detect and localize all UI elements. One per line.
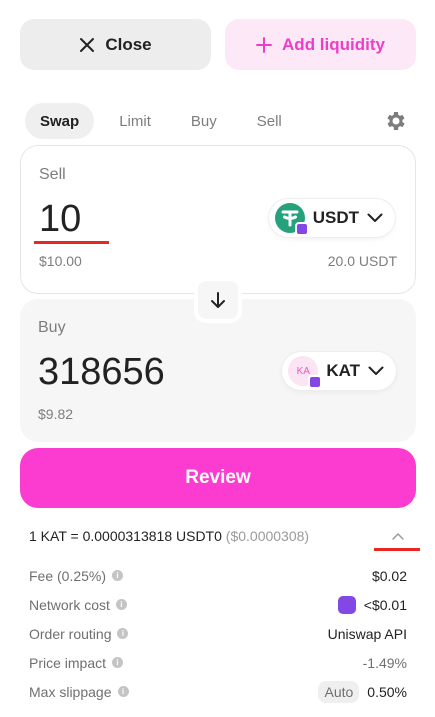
sell-balance[interactable]: 20.0 USDT [328, 253, 397, 269]
annotation-underline-amount [34, 241, 109, 244]
buy-token-selector[interactable]: KA KAT [282, 352, 396, 390]
detail-row-price-impact: Price impact i -1.49% [29, 648, 407, 677]
close-icon [80, 37, 95, 52]
tab-swap[interactable]: Swap [25, 103, 95, 139]
info-icon[interactable]: i [117, 686, 129, 697]
network-cost-label: Network cost [29, 596, 110, 613]
sell-token-selector[interactable]: USDT [268, 199, 395, 237]
sell-label: Sell [39, 166, 66, 183]
buy-amount-input[interactable]: 318656 [38, 351, 165, 394]
chain-badge-icon [294, 222, 309, 236]
max-slippage-value: 0.50% [367, 683, 407, 700]
swap-tabs: Swap Limit Buy Sell [25, 103, 416, 139]
network-cost-value: <$0.01 [363, 596, 407, 613]
fee-label: Fee (0.25%) [29, 567, 107, 584]
kat-logo-icon: KA [288, 356, 323, 389]
chevron-up-icon[interactable] [391, 531, 405, 541]
sell-token-symbol: USDT [312, 208, 359, 227]
add-liquidity-button[interactable]: Add liquidity [225, 19, 416, 70]
buy-usd-value: $9.82 [38, 406, 74, 422]
sell-amount-input[interactable]: 10 [39, 198, 81, 241]
order-routing-label: Order routing [29, 625, 112, 642]
detail-row-max-slippage: Max slippage i Auto 0.50% [29, 677, 407, 706]
max-slippage-label: Max slippage [29, 683, 112, 700]
chevron-down-icon [367, 213, 383, 222]
detail-row-order-routing: Order routing i Uniswap API [29, 619, 407, 648]
add-liquidity-label: Add liquidity [282, 34, 385, 54]
kat-logo-text: KA [296, 365, 310, 377]
order-routing-value: Uniswap API [327, 625, 407, 642]
price-impact-value: -1.49% [362, 654, 407, 671]
chain-badge-icon [308, 375, 323, 389]
sell-panel: Sell 10 USDT $10.00 20.0 USDT [20, 145, 416, 294]
info-icon[interactable]: i [112, 657, 124, 668]
tab-buy[interactable]: Buy [176, 103, 232, 139]
chevron-down-icon [368, 366, 384, 375]
rate-text: 1 KAT = 0.0000313818 USDT0 [29, 528, 222, 544]
gear-icon[interactable] [384, 109, 408, 133]
fee-value: $0.02 [371, 567, 407, 584]
usdt-logo-icon [274, 203, 309, 236]
detail-row-network-cost: Network cost i <$0.01 [29, 590, 407, 619]
plus-icon [256, 36, 273, 53]
rate-fiat: ($0.0000308) [225, 528, 310, 544]
buy-token-symbol: KAT [326, 361, 360, 380]
arrow-down-icon [211, 292, 225, 308]
switch-tokens-button[interactable] [194, 277, 242, 323]
info-icon[interactable]: i [112, 570, 124, 581]
price-impact-label: Price impact [29, 654, 107, 671]
buy-label: Buy [38, 319, 66, 336]
polygon-network-icon [337, 595, 356, 614]
tab-limit[interactable]: Limit [104, 103, 166, 139]
info-icon[interactable]: i [117, 628, 129, 639]
exchange-rate[interactable]: 1 KAT = 0.0000313818 USDT0 ($0.0000308) [29, 528, 309, 544]
sell-usd-value: $10.00 [39, 253, 82, 269]
info-icon[interactable]: i [115, 599, 127, 610]
close-button[interactable]: Close [20, 19, 211, 70]
annotation-underline-toggle [374, 548, 420, 551]
close-label: Close [105, 34, 152, 54]
swap-details: Fee (0.25%) i $0.02 Network cost i <$0.01 … [29, 561, 407, 706]
auto-badge[interactable]: Auto [318, 680, 360, 703]
review-button[interactable]: Review [20, 448, 416, 508]
detail-row-fee: Fee (0.25%) i $0.02 [29, 561, 407, 590]
tab-sell[interactable]: Sell [242, 103, 297, 139]
